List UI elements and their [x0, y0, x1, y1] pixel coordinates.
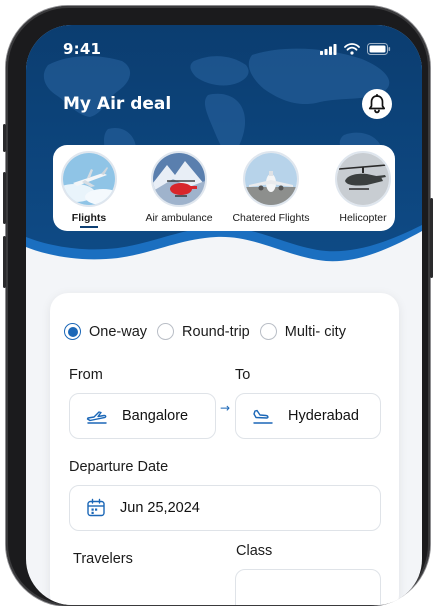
landing-icon [252, 408, 274, 424]
trip-option-multi-city[interactable]: Multi- city [259, 323, 346, 340]
to-label: To [235, 367, 251, 383]
bell-icon [368, 94, 386, 114]
from-value: Bangalore [122, 408, 189, 424]
category-air-ambulance[interactable]: Air ambulance [139, 151, 219, 224]
trip-option-round-trip[interactable]: Round-trip [157, 323, 250, 340]
category-flights[interactable]: Flights [49, 151, 129, 228]
radio-one-way[interactable] [64, 323, 81, 340]
status-icons [320, 43, 391, 55]
departure-date-label: Departure Date [69, 459, 169, 475]
trip-option-label: Round-trip [182, 323, 250, 340]
trip-option-label: Multi- city [284, 323, 346, 340]
trip-option-one-way[interactable]: One-way [64, 323, 147, 340]
departure-date-value: Jun 25,2024 [120, 500, 200, 516]
trip-type-options: One-way Round-trip Multi- city [64, 323, 356, 340]
app-title: My Air deal [63, 94, 172, 114]
category-helicopter[interactable]: Helicopter [323, 151, 403, 224]
volume-down-button [3, 236, 6, 288]
departure-date-field[interactable]: Jun 25,2024 [69, 485, 381, 531]
battery-icon [367, 43, 391, 55]
power-button [430, 198, 433, 278]
calendar-icon [86, 498, 106, 518]
phone-frame: 9:41 My Air deal Flights Air ambulance C… [3, 6, 433, 606]
flights-image [61, 151, 117, 207]
status-bar: 9:41 [26, 25, 422, 71]
from-label: From [69, 367, 103, 383]
category-card: Flights Air ambulance Chatered Flights H… [53, 145, 395, 231]
signal-icon [320, 43, 337, 55]
class-label: Class [236, 543, 273, 559]
category-label: Chatered Flights [232, 212, 310, 224]
volume-up-button [3, 172, 6, 224]
category-chartered-flights[interactable]: Chatered Flights [231, 151, 311, 224]
side-button [3, 124, 6, 152]
helicopter-image [335, 151, 391, 207]
radio-multi-city[interactable] [259, 323, 277, 340]
air-ambulance-image [151, 151, 207, 207]
to-field[interactable]: Hyderabad [235, 393, 381, 439]
takeoff-icon [86, 408, 108, 424]
status-time: 9:41 [63, 40, 102, 58]
to-value: Hyderabad [288, 408, 359, 424]
trip-option-label: One-way [89, 323, 148, 340]
wifi-icon [344, 43, 360, 55]
active-underline [80, 226, 98, 228]
phone-screen: 9:41 My Air deal Flights Air ambulance C… [26, 25, 422, 605]
chartered-flights-image [243, 151, 299, 207]
category-label: Air ambulance [145, 212, 213, 224]
arrow-right-icon: → [220, 401, 231, 415]
notification-button[interactable] [362, 89, 392, 119]
radio-round-trip[interactable] [157, 323, 175, 340]
from-field[interactable]: Bangalore [69, 393, 216, 439]
travelers-label: Travelers [73, 551, 133, 567]
booking-form: One-way Round-trip Multi- city From To B… [50, 293, 399, 605]
category-label: Helicopter [339, 212, 387, 224]
category-label: Flights [71, 212, 107, 224]
class-field[interactable] [235, 569, 381, 605]
